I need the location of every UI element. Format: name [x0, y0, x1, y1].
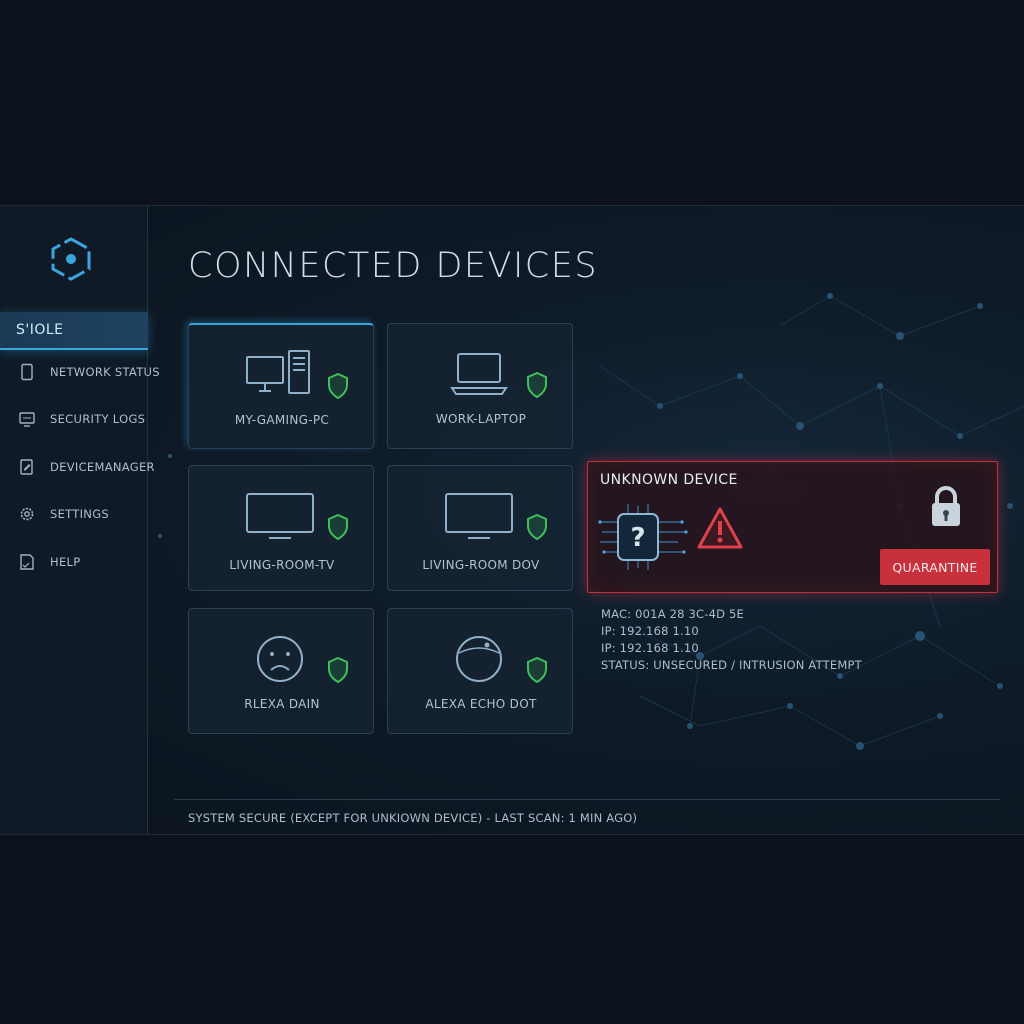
sidebar-item-network-status[interactable]: NETWORK STATUS [18, 360, 160, 384]
sidebar-item-label: SETTINGS [50, 507, 110, 521]
desktop-pc-icon [246, 350, 310, 394]
sidebar: S'IOLE NETWORK STATUS SECURITY LOGS DEVI… [0, 206, 160, 834]
device-card[interactable]: WORK-LAPTOP [387, 323, 573, 449]
monitor-icon [19, 412, 35, 427]
status-divider [174, 799, 1000, 800]
warning-triangle-icon [697, 507, 743, 549]
lock-icon [932, 486, 960, 526]
help-page-icon [20, 554, 34, 570]
mac-address: MAC: 001A 28 3C-4D 5E [601, 607, 745, 621]
sidebar-item-label: SECURITY LOGS [50, 412, 146, 426]
device-card[interactable]: ALEXA ECHO DOT [387, 608, 573, 734]
footer-status-text: SYSTEM SECURE (EXCEPT FOR UNKIOWN DEVICE… [188, 811, 638, 825]
device-card[interactable]: LIVING-ROOM-TV [188, 465, 374, 591]
sidebar-item-active[interactable]: S'IOLE [0, 312, 148, 350]
tablet-icon [21, 363, 33, 381]
device-name: MY-GAMING-PC [234, 413, 330, 427]
sidebar-item-label: HELP [50, 555, 81, 569]
sidebar-item-settings[interactable]: SETTINGS [18, 502, 148, 526]
tv-icon [445, 493, 513, 539]
chip-question-icon: ? [598, 504, 688, 570]
ip-address: IP: 192.168 1.10 [601, 624, 699, 638]
device-card[interactable]: LIVING-ROOM DOV [387, 465, 573, 591]
sidebar-item-active-label: S'IOLE [16, 322, 64, 338]
sidebar-item-label: NETWORK STATUS [50, 365, 160, 379]
page-title: CONNECTED DEVICES [188, 246, 599, 286]
shield-check-icon [328, 657, 348, 683]
device-card[interactable]: RLEXA DAIN [188, 608, 374, 734]
laptop-icon [450, 353, 508, 395]
alert-title: UNKNOWN DEVICE [600, 472, 738, 488]
device-name: ALEXA ECHO DOT [425, 697, 537, 711]
sidebar-item-label: DEVICEMANAGER [50, 460, 155, 474]
shield-check-icon [328, 373, 348, 399]
echo-dot-icon [456, 636, 502, 682]
device-name: LIVING-ROOM-TV [229, 558, 335, 572]
device-details: MAC: 001A 28 3C-4D 5E IP: 192.168 1.10 I… [601, 606, 862, 674]
app-window: S'IOLE NETWORK STATUS SECURITY LOGS DEVI… [0, 205, 1024, 835]
shield-check-icon [527, 514, 547, 540]
device-name: LIVING-ROOM DOV [422, 558, 540, 572]
sad-face-icon [257, 636, 303, 682]
device-status: STATUS: UNSECURED / INTRUSION ATTEMPT [601, 658, 862, 672]
quarantine-button[interactable]: QUARANTINE [880, 549, 990, 585]
sidebar-item-device-manager[interactable]: DEVICEMANAGER [18, 455, 155, 479]
device-name: WORK-LAPTOP [435, 412, 527, 426]
device-card[interactable]: MY-GAMING-PC [188, 323, 374, 449]
device-name: RLEXA DAIN [244, 697, 320, 711]
document-edit-icon [20, 459, 33, 475]
tv-icon [246, 493, 314, 539]
shield-check-icon [527, 372, 547, 398]
unknown-device-alert[interactable]: UNKNOWN DEVICE ? QUARANTINE [587, 461, 998, 593]
ip-address: IP: 192.168 1.10 [601, 641, 699, 655]
svg-text:?: ? [630, 523, 645, 553]
gear-icon [20, 507, 34, 521]
hexagon-logo-icon [51, 237, 91, 281]
sidebar-item-security-logs[interactable]: SECURITY LOGS [18, 407, 148, 431]
sidebar-item-help[interactable]: HELP [18, 550, 148, 574]
shield-check-icon [328, 514, 348, 540]
shield-check-icon [527, 657, 547, 683]
